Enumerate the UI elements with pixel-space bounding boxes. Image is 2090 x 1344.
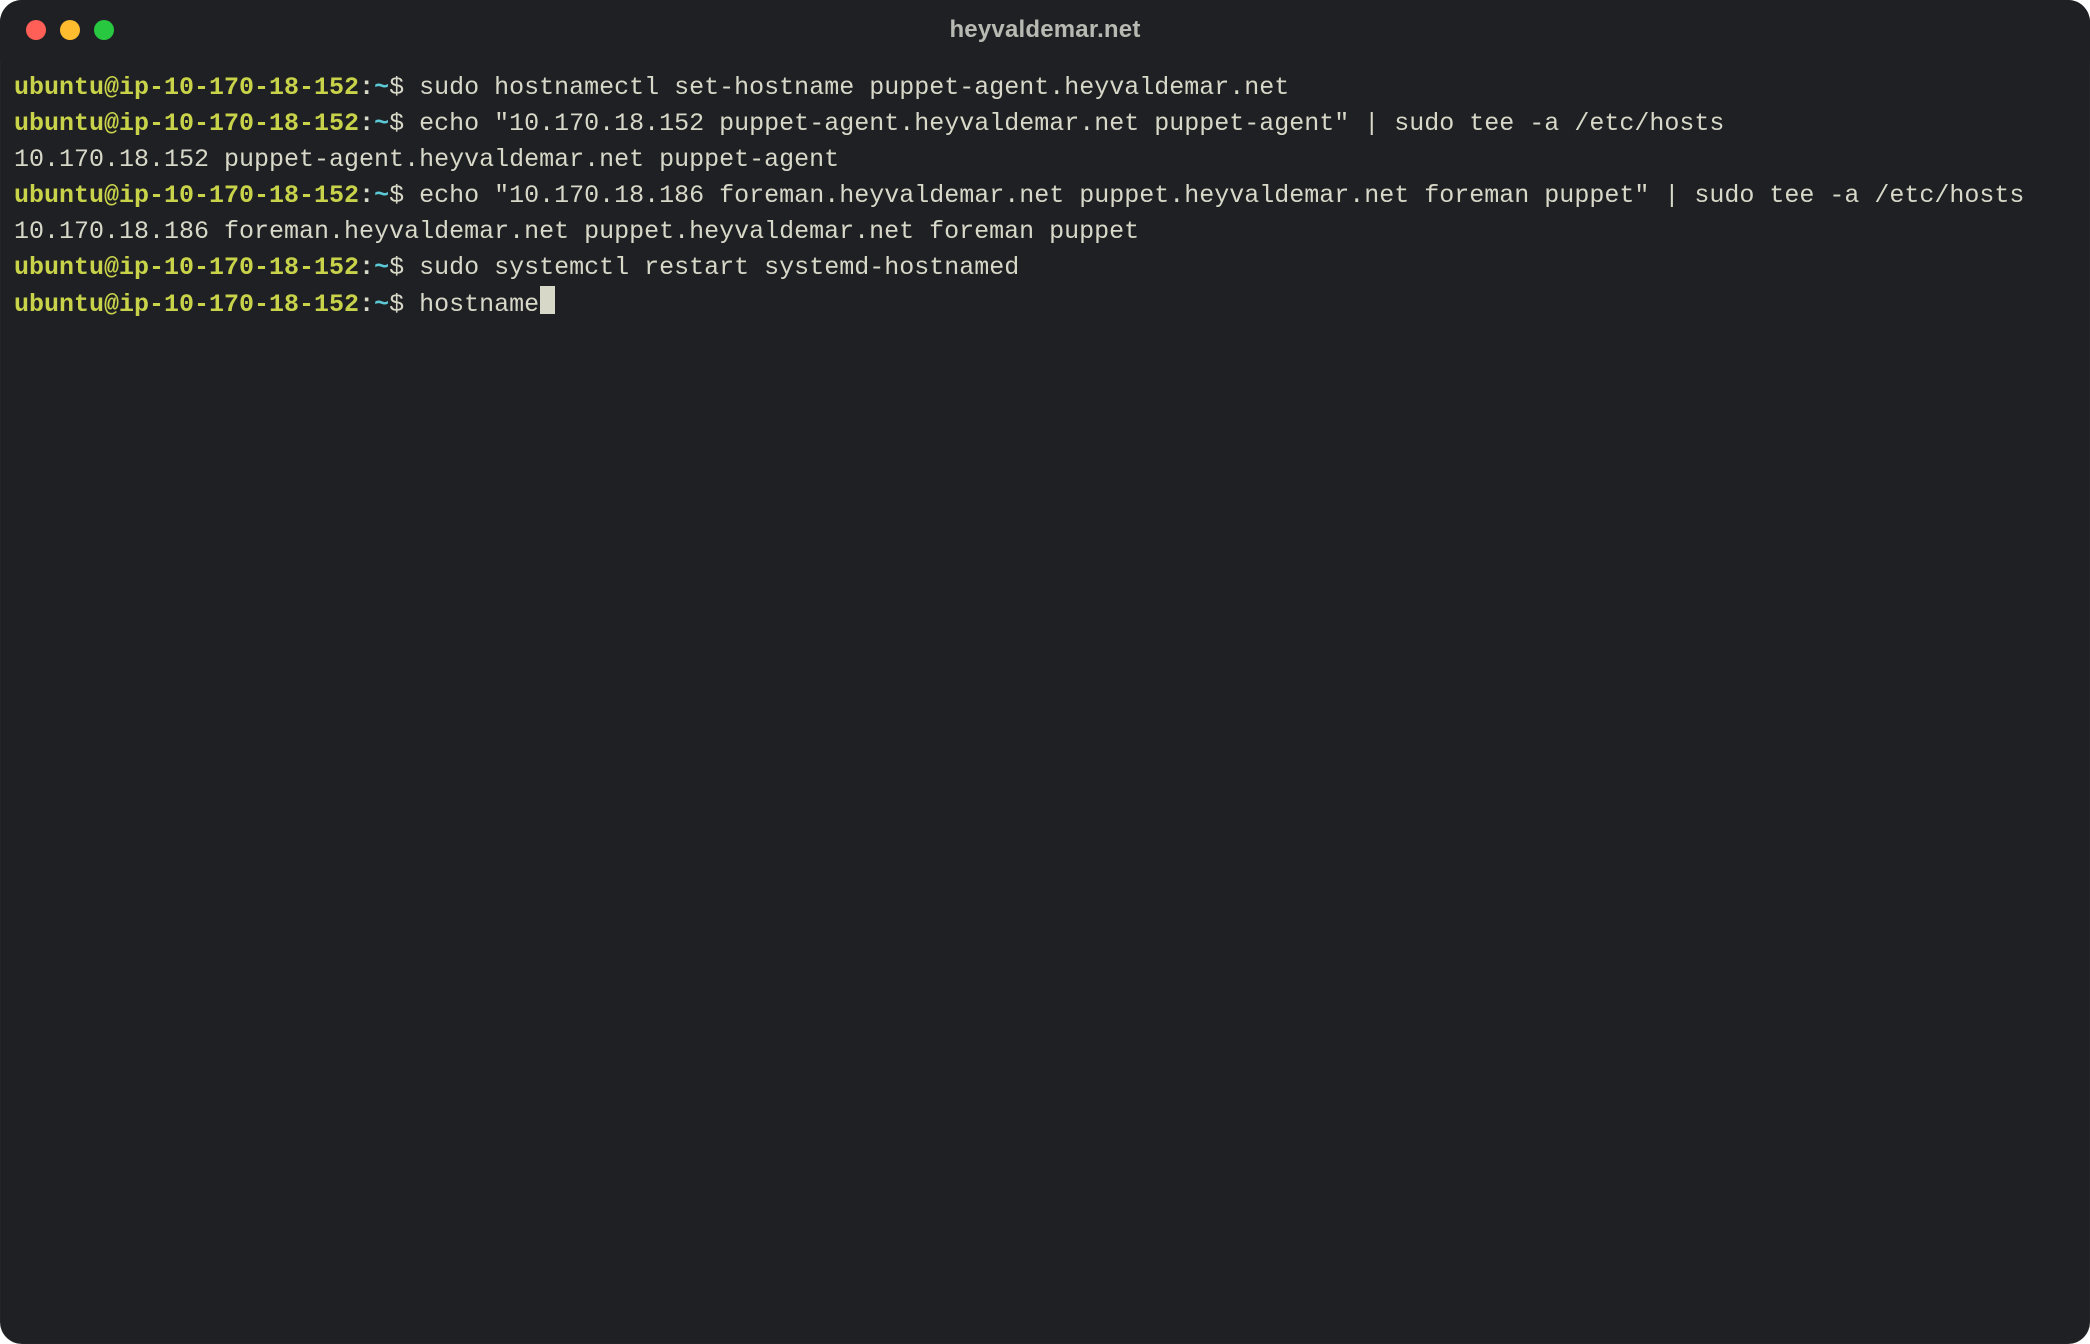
terminal-command: sudo hostnamectl set-hostname puppet-age… <box>419 73 1289 102</box>
window-title: heyvaldemar.net <box>0 16 2090 44</box>
prompt-symbol: $ <box>389 181 404 210</box>
prompt-user-host: ubuntu@ip-10-170-18-152 <box>14 73 359 102</box>
terminal-prompt-line: ubuntu@ip-10-170-18-152:~$ echo "10.170.… <box>14 181 2024 210</box>
terminal-prompt-line: ubuntu@ip-10-170-18-152:~$ echo "10.170.… <box>14 109 1724 138</box>
terminal-command: echo "10.170.18.152 puppet-agent.heyvald… <box>419 109 1724 138</box>
terminal-output-line: 10.170.18.152 puppet-agent.heyvaldemar.n… <box>14 145 839 174</box>
terminal-command: hostname <box>419 290 539 319</box>
prompt-path: ~ <box>374 181 389 210</box>
prompt-colon: : <box>359 181 374 210</box>
prompt-symbol: $ <box>389 73 404 102</box>
prompt-user-host: ubuntu@ip-10-170-18-152 <box>14 109 359 138</box>
terminal-output: 10.170.18.152 puppet-agent.heyvaldemar.n… <box>14 145 839 174</box>
terminal-prompt-line: ubuntu@ip-10-170-18-152:~$ hostname <box>14 290 555 319</box>
prompt-symbol: $ <box>389 290 404 319</box>
terminal-body[interactable]: ubuntu@ip-10-170-18-152:~$ sudo hostname… <box>0 60 2090 1344</box>
traffic-lights <box>0 20 114 40</box>
prompt-user-host: ubuntu@ip-10-170-18-152 <box>14 253 359 282</box>
prompt-user-host: ubuntu@ip-10-170-18-152 <box>14 290 359 319</box>
prompt-colon: : <box>359 290 374 319</box>
minimize-icon[interactable] <box>60 20 80 40</box>
prompt-symbol: $ <box>389 109 404 138</box>
terminal-output-line: 10.170.18.186 foreman.heyvaldemar.net pu… <box>14 217 1139 246</box>
cursor-icon <box>540 286 555 314</box>
zoom-icon[interactable] <box>94 20 114 40</box>
terminal-window: heyvaldemar.net ubuntu@ip-10-170-18-152:… <box>0 0 2090 1344</box>
terminal-prompt-line: ubuntu@ip-10-170-18-152:~$ sudo hostname… <box>14 73 1289 102</box>
terminal-output: 10.170.18.186 foreman.heyvaldemar.net pu… <box>14 217 1139 246</box>
close-icon[interactable] <box>26 20 46 40</box>
prompt-colon: : <box>359 73 374 102</box>
prompt-path: ~ <box>374 253 389 282</box>
terminal-command: echo "10.170.18.186 foreman.heyvaldemar.… <box>419 181 2024 210</box>
prompt-user-host: ubuntu@ip-10-170-18-152 <box>14 181 359 210</box>
prompt-colon: : <box>359 253 374 282</box>
window-titlebar[interactable]: heyvaldemar.net <box>0 0 2090 60</box>
prompt-path: ~ <box>374 290 389 319</box>
prompt-symbol: $ <box>389 253 404 282</box>
prompt-colon: : <box>359 109 374 138</box>
prompt-path: ~ <box>374 73 389 102</box>
terminal-command: sudo systemctl restart systemd-hostnamed <box>419 253 1019 282</box>
prompt-path: ~ <box>374 109 389 138</box>
terminal-prompt-line: ubuntu@ip-10-170-18-152:~$ sudo systemct… <box>14 253 1019 282</box>
